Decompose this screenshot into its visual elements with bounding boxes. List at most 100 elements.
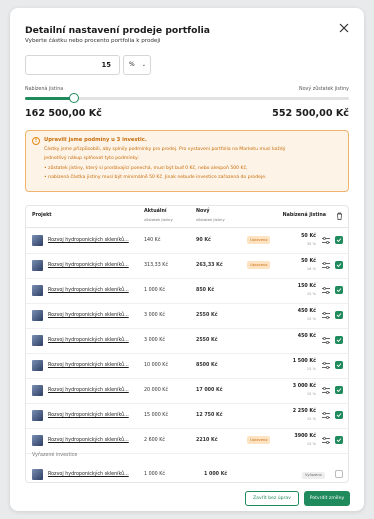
project-thumbnail <box>32 285 43 296</box>
sliders-icon[interactable] <box>322 262 330 269</box>
table-header: Projekt Aktuální zůstatek jistiny Nový z… <box>26 206 348 228</box>
project-link[interactable]: Rozvoj hydroponických skleníků... <box>48 313 129 318</box>
sliders-icon[interactable] <box>322 387 330 394</box>
adjustment-warning: ! Upravili jsme podmíny u 3 investic. Čá… <box>25 130 349 192</box>
new-balance: 850 Kč <box>196 288 215 293</box>
status-badge: Vyřazeno <box>302 472 325 479</box>
project-link[interactable]: Rozvoj hydroponických skleníků... <box>48 263 129 268</box>
row-checkbox[interactable] <box>335 361 343 369</box>
project-thumbnail <box>32 469 43 480</box>
offered-principal[interactable]: 450 Kč <box>298 309 316 314</box>
sliders-icon[interactable] <box>322 337 330 344</box>
project-link[interactable]: Rozvoj hydroponických skleníků... <box>48 338 129 343</box>
slider-handle[interactable] <box>68 93 79 103</box>
sliders-icon[interactable] <box>322 287 330 294</box>
table-row: Rozvoj hydroponických skleníků... 10 000 … <box>26 353 348 379</box>
project-link[interactable]: Rozvoj hydroponických skleníků... <box>48 413 129 418</box>
row-checkbox[interactable] <box>335 411 343 419</box>
row-checkbox[interactable] <box>335 336 343 344</box>
header-project: Projekt <box>32 213 52 218</box>
offered-percent: 15 % <box>306 292 316 296</box>
header-current-sub: zůstatek jistiny <box>144 217 173 222</box>
project-thumbnail <box>32 410 43 421</box>
sliders-icon[interactable] <box>322 312 330 319</box>
sliders-icon[interactable] <box>322 362 330 369</box>
row-checkbox[interactable] <box>335 386 343 394</box>
offered-percent: 15 % <box>306 392 316 396</box>
offered-principal[interactable]: 50 Kč <box>301 234 316 239</box>
project-thumbnail <box>32 360 43 371</box>
project-link[interactable]: Rozvoj hydroponických skleníků... <box>48 238 129 243</box>
offered-principal[interactable]: 3900 Kč <box>294 434 316 439</box>
row-checkbox[interactable] <box>335 286 343 294</box>
offered-percent: 15 % <box>306 317 316 321</box>
offered-principal[interactable]: 3 000 Kč <box>293 384 316 389</box>
offered-principal[interactable]: 150 Kč <box>298 284 316 289</box>
offered-principal-label: Nabízená jistina <box>25 87 64 92</box>
row-checkbox[interactable] <box>335 436 343 444</box>
current-balance: 313,33 Kč <box>144 263 169 268</box>
header-current: Aktuální <box>144 209 167 214</box>
offered-amount: 162 500,00 Kč <box>25 108 102 119</box>
portfolio-slider[interactable] <box>25 93 349 103</box>
new-balance: 1 000 Kč <box>204 472 228 477</box>
project-thumbnail <box>32 260 43 271</box>
new-balance: 2550 Kč <box>196 338 218 343</box>
project-thumbnail <box>32 435 43 446</box>
row-checkbox[interactable] <box>335 470 343 478</box>
offered-percent: 16 % <box>306 267 316 271</box>
project-thumbnail <box>32 310 43 321</box>
sliders-icon[interactable] <box>322 412 330 419</box>
project-link[interactable]: Rozvoj hydroponických skleníků... <box>48 288 129 293</box>
warning-line: Částky jsme přizpůsobili, aby splnily po… <box>44 147 286 152</box>
adjusted-badge: Upraveno <box>247 436 271 444</box>
sale-settings-modal: Detailní nastavení prodeje portfolia Vyb… <box>10 8 364 511</box>
adjusted-badge: Upraveno <box>247 236 271 244</box>
project-link[interactable]: Rozvoj hydroponických skleníků... <box>48 363 129 368</box>
percent-input[interactable]: 15 <box>25 55 120 75</box>
offered-principal[interactable]: 50 Kč <box>301 259 316 264</box>
row-checkbox[interactable] <box>335 236 343 244</box>
offered-principal[interactable]: 1 500 Kč <box>293 359 316 364</box>
sliders-icon[interactable] <box>322 237 330 244</box>
header-offered: Nabízená jistina <box>282 213 326 218</box>
slider-fill <box>25 97 74 100</box>
project-link[interactable]: Rozvoj hydroponických skleníků... <box>48 438 129 443</box>
offered-principal[interactable]: 2 250 Kč <box>293 409 316 414</box>
unit-select[interactable]: % ⌄ <box>123 55 151 75</box>
current-balance: 3 000 Kč <box>144 313 166 318</box>
table-row: Rozvoj hydroponických skleníků... 3 000 K… <box>26 328 348 354</box>
project-thumbnail <box>32 385 43 396</box>
current-balance: 140 Kč <box>144 238 161 243</box>
row-checkbox[interactable] <box>335 311 343 319</box>
header-new: Nový <box>196 209 210 214</box>
project-link[interactable]: Rozvoj hydroponických skleníků... <box>48 388 129 393</box>
offered-percent: 15 % <box>306 417 316 421</box>
current-balance: 20 000 Kč <box>144 388 169 393</box>
trash-icon[interactable] <box>336 212 343 220</box>
adjusted-badge: Upraveno <box>247 261 271 269</box>
new-balance: 2550 Kč <box>196 313 218 318</box>
new-balance: 12 750 Kč <box>196 413 223 418</box>
investments-table: Projekt Aktuální zůstatek jistiny Nový z… <box>25 205 349 483</box>
table-row: Rozvoj hydroponických skleníků... 1 000 … <box>26 462 348 482</box>
offered-percent: 35 % <box>306 242 316 246</box>
offered-principal[interactable]: 450 Kč <box>298 334 316 339</box>
remaining-amount: 552 500,00 Kč <box>272 108 349 119</box>
sliders-icon[interactable] <box>322 437 330 444</box>
row-checkbox[interactable] <box>335 261 343 269</box>
info-icon: ! <box>32 137 40 145</box>
modal-subtitle: Vyberte částku nebo procento portfolia k… <box>25 38 161 44</box>
new-balance: 8500 Kč <box>196 363 218 368</box>
close-without-changes-button[interactable]: Zavřít bez úprav <box>245 491 299 506</box>
current-balance: 1 000 Kč <box>144 472 166 477</box>
new-balance: 90 Kč <box>196 238 211 243</box>
project-link[interactable]: Rozvoj hydroponických skleníků... <box>48 472 129 477</box>
close-icon[interactable] <box>338 22 350 34</box>
project-thumbnail <box>32 235 43 246</box>
confirm-changes-button[interactable]: Potvrdit změny <box>304 491 350 506</box>
current-balance: 1 000 Kč <box>144 288 166 293</box>
table-row: Rozvoj hydroponických skleníků... 313,33 … <box>26 253 348 279</box>
table-row: Rozvoj hydroponických skleníků... 15 000 … <box>26 403 348 429</box>
modal-title: Detailní nastavení prodeje portfolia <box>25 25 210 36</box>
